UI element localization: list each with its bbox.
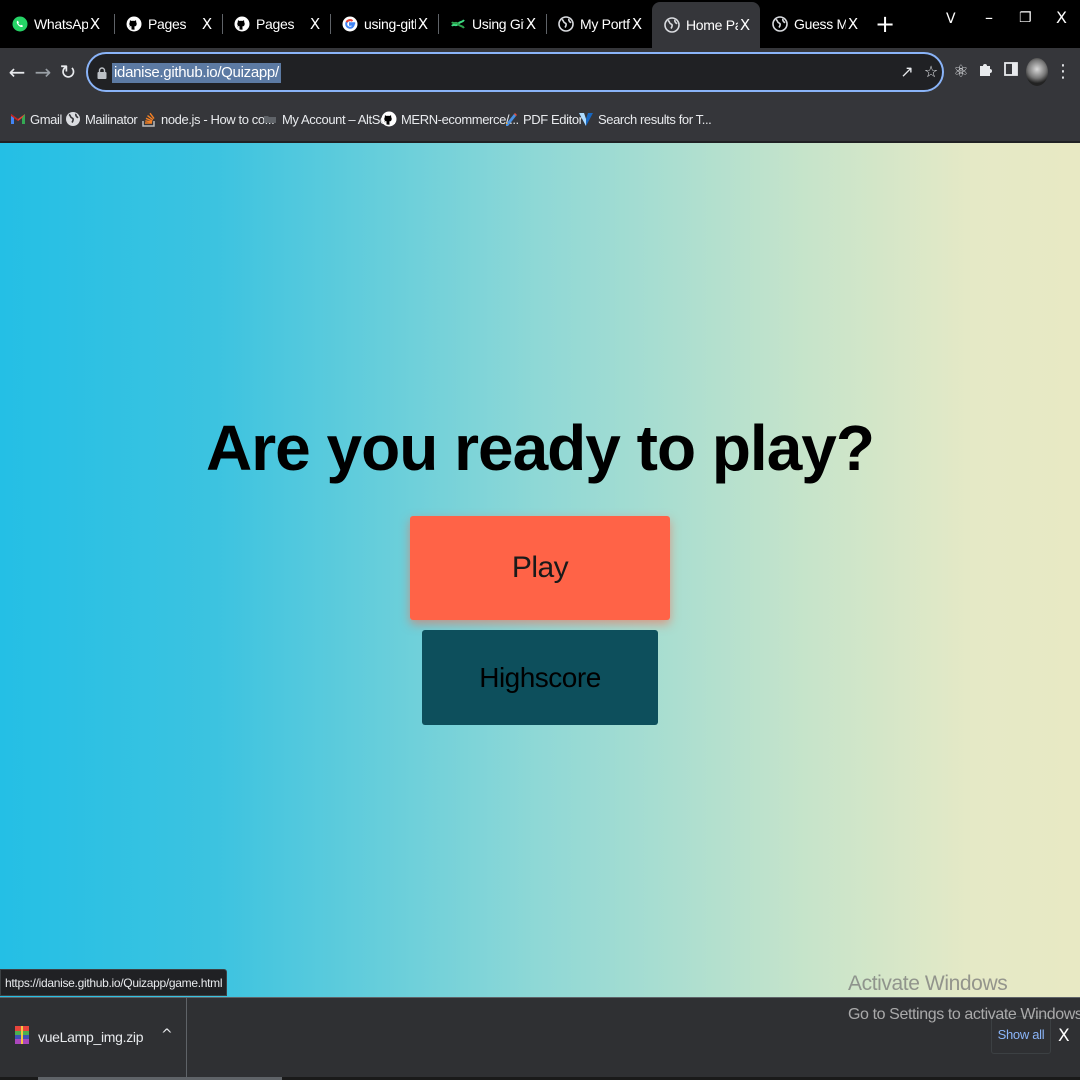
tab-title: Pages [256,16,295,32]
react-devtools-icon[interactable]: ⚛ [952,61,970,83]
reload-icon: ↻ [59,60,77,84]
tab-title: WhatsApp W [34,16,88,32]
tab-close-icon[interactable]: X [308,15,322,33]
download-item[interactable]: vueLamp_img.zip ^ [0,998,187,1080]
bookmark-vuetify-search[interactable]: Search results for T... [578,108,712,130]
minimize-button[interactable]: – [985,8,993,27]
url-text[interactable]: idanise.github.io/Quizapp/ [112,63,281,83]
bookmark-label: Gmail [30,111,62,127]
bookmark-star-icon[interactable]: ☆ [922,63,940,81]
github-icon [126,16,142,32]
vuetify-icon [578,111,594,127]
github-icon [381,111,397,127]
tab-home-page[interactable]: Home Page X [652,2,760,48]
close-icon[interactable]: X [1058,1026,1070,1046]
highscore-button[interactable]: Highscore [422,630,658,725]
tab-title: Home Page [686,17,738,33]
bookmark-label: MERN-ecommerce/... [401,111,519,127]
tab-pages-1[interactable]: Pages X [114,0,222,48]
pdf-editor-icon [503,111,519,127]
share-icon[interactable]: ↗ [898,63,916,81]
bookmark-gmail[interactable]: Gmail [10,108,62,130]
bookmark-mailinator[interactable]: Mailinator [65,108,138,130]
bookmark-label: Mailinator [85,111,138,127]
lock-icon [97,66,107,79]
extensions-puzzle-icon[interactable] [977,61,995,83]
tab-close-icon[interactable]: X [416,15,430,33]
bookmark-altschool[interactable]: My Account – AltSc... [262,108,396,130]
google-icon [342,16,358,32]
side-panel-icon[interactable] [1002,61,1020,83]
gmail-icon [10,111,26,127]
bookmark-mern-ecommerce[interactable]: MERN-ecommerce/... [381,108,519,130]
tab-title: Pages [148,16,187,32]
download-file-name: vueLamp_img.zip [38,1029,144,1045]
bookmark-nodejs[interactable]: node.js - How to co... [141,108,275,130]
link-hover-status: https://idanise.github.io/Quizapp/game.h… [0,969,228,996]
tab-strip: WhatsApp W X Pages X Pages X using-githu… [0,0,1080,48]
tab-close-icon[interactable]: X [88,15,102,33]
tab-using-github-docs[interactable]: Using GitHub X [438,0,546,48]
restore-button[interactable]: ❐ [1019,10,1032,26]
tab-using-github[interactable]: using-github X [330,0,438,48]
bookmark-pdf-editor[interactable]: PDF Editor [503,108,583,130]
arrow-left-icon: ← [8,60,26,84]
stackoverflow-icon [141,111,157,127]
globe-icon [664,17,680,33]
close-window-button[interactable]: X [1056,8,1067,27]
more-menu-icon[interactable]: ⋮ [1054,60,1072,84]
arrow-right-icon: → [34,60,52,84]
tab-close-icon[interactable]: X [738,16,752,34]
page-headline: Are you ready to play? [206,412,875,484]
bookmark-label: node.js - How to co... [161,111,275,127]
zip-file-icon [15,1026,29,1044]
tab-title: using-github [364,16,416,32]
github-icon [234,16,250,32]
tab-close-icon[interactable]: X [200,15,214,33]
address-bar[interactable]: idanise.github.io/Quizapp/ ↗ ☆ [86,52,944,92]
globe-icon [772,16,788,32]
reload-button[interactable]: ↻ [56,60,80,84]
new-tab-button[interactable]: + [874,10,896,38]
forward-button[interactable]: → [31,60,55,84]
tab-search-button[interactable]: V [946,11,956,27]
quiz-home-page: Are you ready to play? Play Highscore [0,143,1080,997]
activate-windows-subtitle: Go to Settings to activate Windows. [848,1006,1080,1023]
bookmark-label: PDF Editor [523,111,583,127]
tab-close-icon[interactable]: X [846,15,860,33]
tab-guess-my-number[interactable]: Guess My Nu X [760,0,868,48]
tab-close-icon[interactable]: X [630,15,644,33]
globe-icon [65,111,81,127]
bookmarks-bar: Gmail Mailinator node.js - How to co... … [0,98,1080,142]
activate-windows-title: Activate Windows [848,972,1008,995]
profile-avatar[interactable] [1026,58,1048,86]
tab-whatsapp[interactable]: WhatsApp W X [0,0,110,48]
tab-title: My Portfolio [580,16,630,32]
bookmark-label: My Account – AltSc... [282,111,396,127]
whatsapp-icon [12,16,28,32]
chevron-up-icon[interactable]: ^ [161,1027,173,1043]
tab-title: Using GitHub [472,16,524,32]
bookmark-label: Search results for T... [598,111,712,127]
tab-title: Guess My Nu [794,16,846,32]
folder-icon [262,111,278,127]
browser-toolbar: ← → ↻ idanise.github.io/Quizapp/ ↗ ☆ ⚛ [0,48,1080,98]
tab-pages-2[interactable]: Pages X [222,0,330,48]
play-button[interactable]: Play [410,516,670,620]
tab-close-icon[interactable]: X [524,15,538,33]
tab-my-portfolio[interactable]: My Portfolio X [546,0,652,48]
globe-icon [558,16,574,32]
back-button[interactable]: ← [5,60,29,84]
gitbook-icon [450,16,466,32]
